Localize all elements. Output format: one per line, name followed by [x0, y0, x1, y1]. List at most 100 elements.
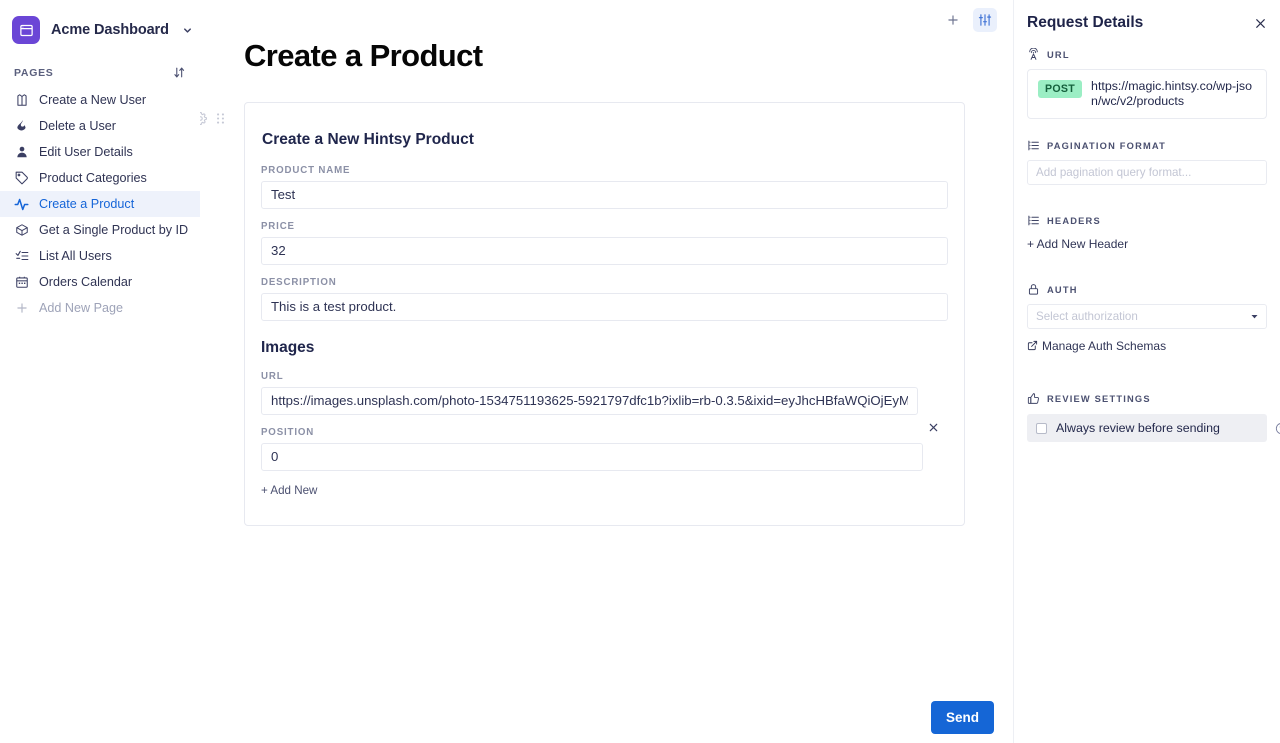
panel-url-label: URL — [1047, 50, 1070, 60]
vest-icon — [14, 93, 29, 108]
field-product-name: PRODUCT NAME — [261, 165, 948, 209]
sidebar-item-list-all-users[interactable]: List All Users — [0, 243, 200, 269]
request-url-box[interactable]: POST https://magic.hintsy.co/wp-json/wc/… — [1027, 69, 1267, 119]
field-label: PRICE — [261, 221, 948, 232]
images-section-title: Images — [261, 339, 948, 357]
panel-headers-label-row: HEADERS — [1027, 214, 1267, 227]
always-review-checkbox[interactable] — [1036, 423, 1047, 434]
pages-section-header: PAGES — [0, 56, 200, 85]
chevron-down-icon[interactable] — [182, 25, 193, 36]
sidebar-nav: Create a New User Delete a User Edit Use… — [0, 85, 200, 321]
question-circle-icon[interactable] — [1275, 422, 1280, 435]
tag-icon — [14, 171, 29, 186]
sidebar-item-add-new-page[interactable]: Add New Page — [0, 295, 200, 321]
sidebar-item-label: Create a New User — [39, 93, 146, 107]
calendar-icon — [14, 275, 29, 290]
http-method-badge: POST — [1038, 80, 1082, 98]
panel-review-section: REVIEW SETTINGS Always review before sen… — [1027, 392, 1267, 442]
box-icon — [14, 223, 29, 238]
product-name-input[interactable] — [261, 181, 948, 209]
send-button[interactable]: Send — [931, 701, 994, 734]
sidebar-item-label: Orders Calendar — [39, 275, 132, 289]
form-card-wrapper: Create a New Hintsy Product PRODUCT NAME… — [244, 102, 965, 526]
price-input[interactable] — [261, 237, 948, 265]
form-card-title: Create a New Hintsy Product — [261, 131, 948, 149]
add-new-image-button[interactable]: + Add New — [261, 484, 317, 497]
sidebar-item-delete-a-user[interactable]: Delete a User — [0, 113, 200, 139]
lock-icon — [1027, 283, 1040, 296]
image-url-input[interactable] — [261, 387, 918, 415]
panel-pagination-section: PAGINATION FORMAT — [1027, 139, 1267, 185]
sidebar-item-label: Create a Product — [39, 197, 134, 211]
panel-review-label-row: REVIEW SETTINGS — [1027, 392, 1267, 405]
field-price: PRICE — [261, 221, 948, 265]
sidebar-item-create-a-product[interactable]: Create a Product — [0, 191, 200, 217]
field-label: DESCRIPTION — [261, 277, 948, 288]
form-card: Create a New Hintsy Product PRODUCT NAME… — [244, 102, 965, 526]
auth-select[interactable] — [1027, 304, 1267, 329]
request-url-value: https://magic.hintsy.co/wp-json/wc/v2/pr… — [1091, 79, 1256, 109]
list-icon — [1027, 139, 1040, 152]
image-position-input[interactable] — [261, 443, 923, 471]
panel-review-label: REVIEW SETTINGS — [1047, 394, 1151, 404]
page-title: Create a Product — [200, 0, 1013, 74]
activity-icon — [14, 197, 29, 212]
external-link-icon — [1027, 340, 1038, 351]
sliders-icon[interactable] — [973, 8, 997, 32]
field-label: URL — [261, 371, 918, 382]
add-block-button[interactable] — [941, 8, 965, 32]
pagination-format-input[interactable] — [1027, 160, 1267, 185]
drag-handle-icon[interactable] — [215, 112, 226, 125]
close-icon[interactable] — [1254, 17, 1267, 30]
field-image-url: URL — [261, 371, 918, 415]
gear-icon[interactable] — [200, 112, 207, 125]
panel-auth-section: AUTH Manage Auth Schemas — [1027, 283, 1267, 356]
panel-auth-label: AUTH — [1047, 285, 1078, 295]
sidebar-item-label: Delete a User — [39, 119, 116, 133]
pages-label: PAGES — [14, 67, 53, 79]
panel-pagination-label: PAGINATION FORMAT — [1047, 141, 1166, 151]
checklist-icon — [14, 249, 29, 264]
sidebar-item-label: Get a Single Product by ID — [39, 223, 188, 237]
panel-header: Request Details — [1027, 14, 1267, 32]
broadcast-icon — [1027, 48, 1040, 61]
image-entry-row: URL POSITION — [261, 371, 948, 471]
field-label: PRODUCT NAME — [261, 165, 948, 176]
sidebar-item-label: Product Categories — [39, 171, 147, 185]
app-root: Acme Dashboard PAGES Creat — [0, 0, 1280, 743]
sidebar-item-label: List All Users — [39, 249, 112, 263]
always-review-row[interactable]: Always review before sending — [1027, 414, 1267, 442]
field-label: POSITION — [261, 427, 923, 438]
flame-icon — [14, 119, 29, 134]
panel-pagination-label-row: PAGINATION FORMAT — [1027, 139, 1267, 152]
field-image-position: POSITION — [261, 427, 923, 471]
image-entry-fields: URL POSITION — [261, 371, 918, 471]
field-description: DESCRIPTION — [261, 277, 948, 321]
manage-auth-schemas-label: Manage Auth Schemas — [1042, 339, 1166, 353]
sidebar-item-get-a-single-product-by-id[interactable]: Get a Single Product by ID — [0, 217, 200, 243]
remove-image-close-icon[interactable] — [918, 413, 948, 441]
sidebar-item-orders-calendar[interactable]: Orders Calendar — [0, 269, 200, 295]
sidebar-item-product-categories[interactable]: Product Categories — [0, 165, 200, 191]
description-input[interactable] — [261, 293, 948, 321]
spacer — [1027, 362, 1267, 392]
browser-window-icon — [12, 16, 40, 44]
add-new-header-button[interactable]: + Add New Header — [1027, 237, 1128, 251]
panel-headers-label: HEADERS — [1047, 216, 1101, 226]
list-icon — [1027, 214, 1040, 227]
panel-headers-section: HEADERS + Add New Header — [1027, 214, 1267, 277]
sidebar-item-create-a-new-user[interactable]: Create a New User — [0, 87, 200, 113]
manage-auth-schemas-link[interactable]: Manage Auth Schemas — [1027, 339, 1166, 353]
sidebar-item-label: Add New Page — [39, 301, 123, 315]
brand-switcher[interactable]: Acme Dashboard — [0, 0, 200, 56]
sort-arrows-icon[interactable] — [173, 66, 186, 79]
sidebar: Acme Dashboard PAGES Creat — [0, 0, 200, 743]
panel-title: Request Details — [1027, 14, 1143, 32]
sidebar-item-edit-user-details[interactable]: Edit User Details — [0, 139, 200, 165]
main-content: Create a Product C — [200, 0, 1013, 743]
request-details-panel: Request Details URL — [1013, 0, 1280, 743]
brand-name: Acme Dashboard — [51, 22, 169, 38]
always-review-label: Always review before sending — [1056, 421, 1220, 435]
panel-url-section: URL POST https://magic.hintsy.co/wp-json… — [1027, 48, 1267, 119]
sidebar-item-label: Edit User Details — [39, 145, 133, 159]
